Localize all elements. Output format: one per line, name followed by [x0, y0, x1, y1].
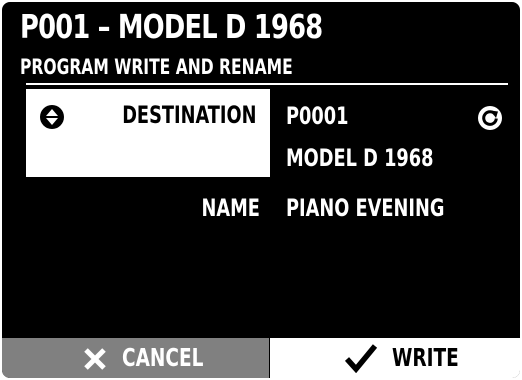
- destination-program-number: P0001: [286, 102, 349, 130]
- checkmark-icon: [344, 343, 378, 377]
- up-down-arrows-icon: [40, 105, 64, 129]
- close-icon: [82, 346, 108, 376]
- dialog-panel: P001 – MODEL D 1968 PROGRAM WRITE AND RE…: [2, 2, 520, 378]
- name-label: NAME: [201, 194, 260, 222]
- cancel-label: CANCEL: [122, 343, 204, 372]
- screen: P001 – MODEL D 1968 PROGRAM WRITE AND RE…: [0, 0, 522, 380]
- destination-selector[interactable]: DESTINATION: [26, 89, 270, 177]
- footer-bar: CANCEL WRITE: [2, 338, 520, 378]
- destination-label: DESTINATION: [121, 101, 256, 129]
- name-value[interactable]: PIANO EVENING: [286, 190, 444, 226]
- refresh-icon[interactable]: [476, 104, 504, 132]
- write-button[interactable]: WRITE: [270, 338, 520, 378]
- write-label: WRITE: [392, 343, 459, 372]
- cancel-button[interactable]: CANCEL: [2, 338, 269, 378]
- page-title: P001 – MODEL D 1968: [20, 7, 323, 46]
- destination-program-name: MODEL D 1968: [286, 144, 434, 172]
- header-divider: [26, 83, 508, 85]
- page-subtitle: PROGRAM WRITE AND RENAME: [20, 55, 293, 79]
